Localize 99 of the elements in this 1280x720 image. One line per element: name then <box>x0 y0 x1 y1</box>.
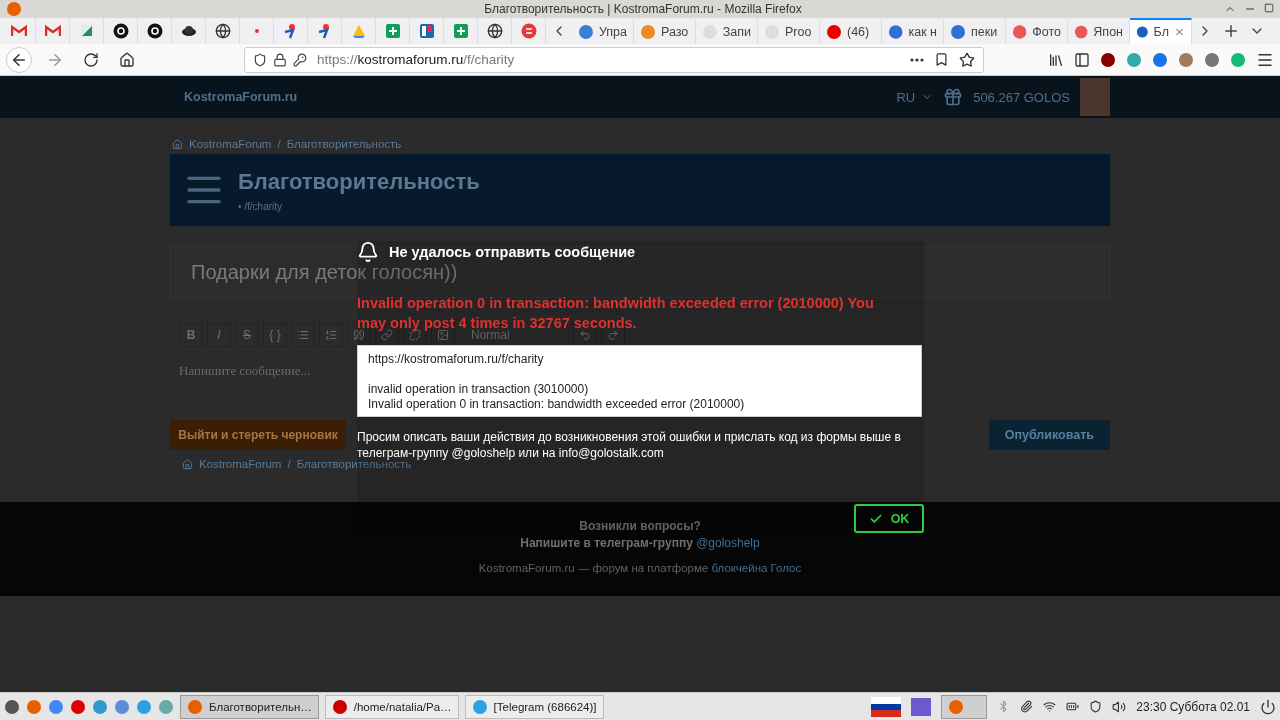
unlink-icon <box>409 329 421 341</box>
favicon-icon <box>640 24 656 40</box>
workspace-icon[interactable] <box>911 697 932 716</box>
favicon-icon <box>826 24 842 40</box>
footer-telegram-text: Напишите в телеграм-группу @goloshelp <box>520 535 760 552</box>
platform-link[interactable]: блокчейна Голос <box>711 562 802 574</box>
url-text: https://kostromaforum.ru/f/charity <box>317 52 515 67</box>
extension-icon <box>1126 51 1142 68</box>
taskbar-app-button[interactable] <box>941 694 988 719</box>
format-select[interactable]: Normal <box>459 328 569 342</box>
home-icon <box>119 51 135 68</box>
shield-icon <box>253 52 267 67</box>
app-icon <box>136 698 152 715</box>
site-logo[interactable]: KostromaForum.ru <box>170 90 312 104</box>
paperclip-icon <box>1020 700 1034 713</box>
ok-button[interactable]: OK <box>854 504 924 533</box>
wifi-icon <box>1043 700 1057 713</box>
breadcrumb-link[interactable]: KostromaForum <box>199 458 282 470</box>
key-icon <box>293 52 307 67</box>
bookmark-icon[interactable] <box>934 52 949 67</box>
bell-icon <box>357 241 379 263</box>
favicon-icon <box>1136 24 1149 40</box>
category-title: Благотворительность <box>238 168 480 195</box>
breadcrumb-separator: / <box>287 458 291 470</box>
dialog-title: Не удалось отправить сообщение <box>389 244 636 260</box>
tile-icon <box>78 23 95 39</box>
circle-icon <box>112 23 129 39</box>
taskbar-window[interactable]: Благотворительн… <box>180 694 319 719</box>
dot-icon <box>254 29 259 33</box>
window-icon <box>471 698 488 715</box>
gift-icon <box>943 87 964 107</box>
circle-logo-icon <box>520 23 537 39</box>
language-selector[interactable]: RU <box>896 89 934 105</box>
window-icon <box>187 698 203 715</box>
redo-icon <box>607 329 619 341</box>
error-details-field[interactable]: https://kostromaforum.ru/f/charity invalid operation in transaction (3010000) Invalid operation 0 in transaction: bandwidth exceeded error (2010000) <box>357 345 922 417</box>
clock: 23:30 Суббота 02.01 <box>1136 699 1250 714</box>
favicon-icon <box>1012 24 1028 40</box>
home-icon <box>182 458 193 470</box>
footer-platform-text: KostromaForum.ru — форум на платформе блокчейна Голос <box>478 562 802 574</box>
format-button[interactable]: I <box>207 323 231 347</box>
lock-icon <box>273 52 287 67</box>
board-icon <box>418 23 435 39</box>
breadcrumb-separator: / <box>277 138 281 150</box>
link-icon <box>381 329 393 341</box>
favicon-icon <box>950 24 966 40</box>
sheet-icon <box>452 23 469 39</box>
breadcrumb-link[interactable]: KostromaForum <box>189 138 272 150</box>
volume-icon <box>1112 699 1127 714</box>
bullet-list-icon <box>297 329 309 341</box>
library-icon[interactable] <box>1048 51 1064 68</box>
extension-icon <box>1152 51 1168 68</box>
mail-icon <box>44 23 61 39</box>
circle-icon <box>146 23 163 39</box>
favicon-icon <box>888 24 904 40</box>
extension-icon <box>1230 51 1246 68</box>
image-icon <box>437 329 449 341</box>
star-icon[interactable] <box>959 51 975 68</box>
taskbar-window[interactable]: /home/natalia/Pa… <box>324 694 459 719</box>
format-button[interactable]: S <box>235 323 259 347</box>
taskbar-window[interactable]: [Telegram (686624)] <box>464 694 604 719</box>
hat-icon <box>180 23 197 39</box>
more-icon[interactable] <box>910 57 924 62</box>
format-button[interactable]: B <box>179 323 203 347</box>
footer-question: Возникли вопросы? <box>579 518 701 535</box>
extension-icon <box>1204 51 1220 68</box>
help-text: Просим описать ваши действия до возникновения этой ошибки и прислать код из формы выше в телеграм-группу @goloshelp или на info@golostalk.com <box>357 429 902 460</box>
telegram-link[interactable]: @goloshelp <box>696 536 760 550</box>
reload-icon <box>83 51 99 68</box>
bullet-list-button[interactable] <box>291 323 315 347</box>
discard-draft-button[interactable]: Выйти и стереть черновик <box>170 420 346 450</box>
breadcrumb-link[interactable]: Благотворительность <box>296 458 412 470</box>
quote-icon <box>353 329 365 341</box>
favicon-icon <box>1074 24 1089 40</box>
category-path: • /f/charity <box>238 200 284 212</box>
back-button[interactable] <box>6 46 32 73</box>
power-icon[interactable] <box>1260 698 1276 715</box>
favicon-icon <box>578 24 594 40</box>
browser-tab[interactable]: Бл <box>1130 18 1192 44</box>
sidebar-icon[interactable] <box>1074 51 1090 68</box>
window-title: Благотворительность | KostromaForum.ru - Mozilla Firefox <box>483 2 803 16</box>
format-button[interactable]: { } <box>263 323 287 347</box>
undo-icon <box>579 329 591 341</box>
balance-text: 506.267 GOLOS <box>973 89 1070 105</box>
address-field[interactable]: https://kostromaforum.ru/f/charity <box>244 46 984 73</box>
maximize-icon[interactable] <box>1264 3 1274 13</box>
publish-button[interactable]: Опубликовать <box>988 420 1110 450</box>
breadcrumb-link[interactable]: Благотворительность <box>286 138 402 150</box>
shield-icon <box>1089 700 1103 713</box>
triangle-icon <box>350 23 367 39</box>
app-icon <box>158 698 174 715</box>
window-icon <box>331 698 348 715</box>
numbered-list-icon <box>325 329 337 341</box>
sheet-icon <box>384 23 401 39</box>
mail-icon <box>10 23 27 39</box>
plus-icon <box>1222 22 1240 40</box>
battery-icon <box>1066 700 1080 713</box>
home-icon <box>172 138 183 150</box>
flag-icon <box>871 696 902 717</box>
